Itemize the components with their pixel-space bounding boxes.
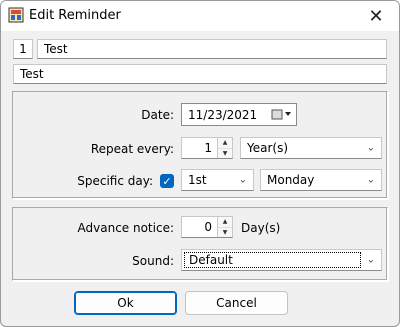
chevron-down-icon: ⌄ [238, 174, 247, 186]
spin-up-icon[interactable]: ▲ [218, 217, 232, 228]
close-icon: ✕ [368, 5, 384, 27]
chevron-down-icon: ⌄ [366, 142, 375, 154]
window-title: Edit Reminder [29, 8, 121, 23]
advance-notice-label: Advance notice: [77, 221, 174, 235]
specific-day-label: Specific day: [77, 174, 153, 188]
repeat-label: Repeat every: [90, 142, 174, 156]
spin-up-icon[interactable]: ▲ [218, 138, 232, 149]
date-picker[interactable]: 11/23/2021 [181, 103, 297, 126]
checkmark-icon: ✓ [162, 174, 172, 188]
sound-select[interactable]: Default ⌄ [181, 249, 382, 271]
weekday-select[interactable]: Monday ⌄ [260, 169, 382, 191]
title-bar: Edit Reminder ✕ [1, 1, 399, 31]
reminder-description-input[interactable]: Test [13, 64, 387, 84]
edit-reminder-dialog: Edit Reminder ✕ 1 Test Test Date: 11/23/… [0, 0, 400, 327]
chevron-down-icon: ⌄ [366, 254, 375, 266]
ordinal-value: 1st [188, 173, 207, 187]
close-button[interactable]: ✕ [353, 1, 399, 31]
repeat-every-stepper[interactable]: 1 ▲ ▼ [181, 137, 233, 159]
spin-down-icon[interactable]: ▼ [218, 148, 232, 158]
weekday-value: Monday [267, 173, 315, 187]
sound-value: Default [184, 252, 361, 268]
date-value: 11/23/2021 [188, 107, 258, 122]
calendar-dropdown-icon[interactable] [271, 108, 292, 120]
date-label: Date: [141, 108, 174, 122]
advance-unit-label: Day(s) [241, 221, 281, 235]
reminder-name-input[interactable]: Test [37, 39, 387, 59]
advance-spin-buttons[interactable]: ▲ ▼ [217, 217, 232, 237]
app-calendar-icon [8, 7, 24, 23]
reminder-number-field[interactable]: 1 [13, 39, 33, 59]
advance-notice-stepper[interactable]: 0 ▲ ▼ [181, 216, 233, 238]
ok-button[interactable]: Ok [74, 291, 177, 315]
spin-down-icon[interactable]: ▼ [218, 227, 232, 237]
specific-day-checkbox[interactable]: ✓ [160, 174, 174, 188]
advance-value: 0 [204, 220, 212, 234]
chevron-down-icon: ⌄ [366, 174, 375, 186]
cancel-button[interactable]: Cancel [185, 291, 288, 315]
sound-label: Sound: [132, 254, 174, 268]
ordinal-select[interactable]: 1st ⌄ [181, 169, 254, 191]
repeat-unit-value: Year(s) [247, 141, 289, 155]
repeat-spin-buttons[interactable]: ▲ ▼ [217, 138, 232, 158]
repeat-value: 1 [204, 141, 212, 155]
repeat-unit-select[interactable]: Year(s) ⌄ [240, 137, 382, 159]
